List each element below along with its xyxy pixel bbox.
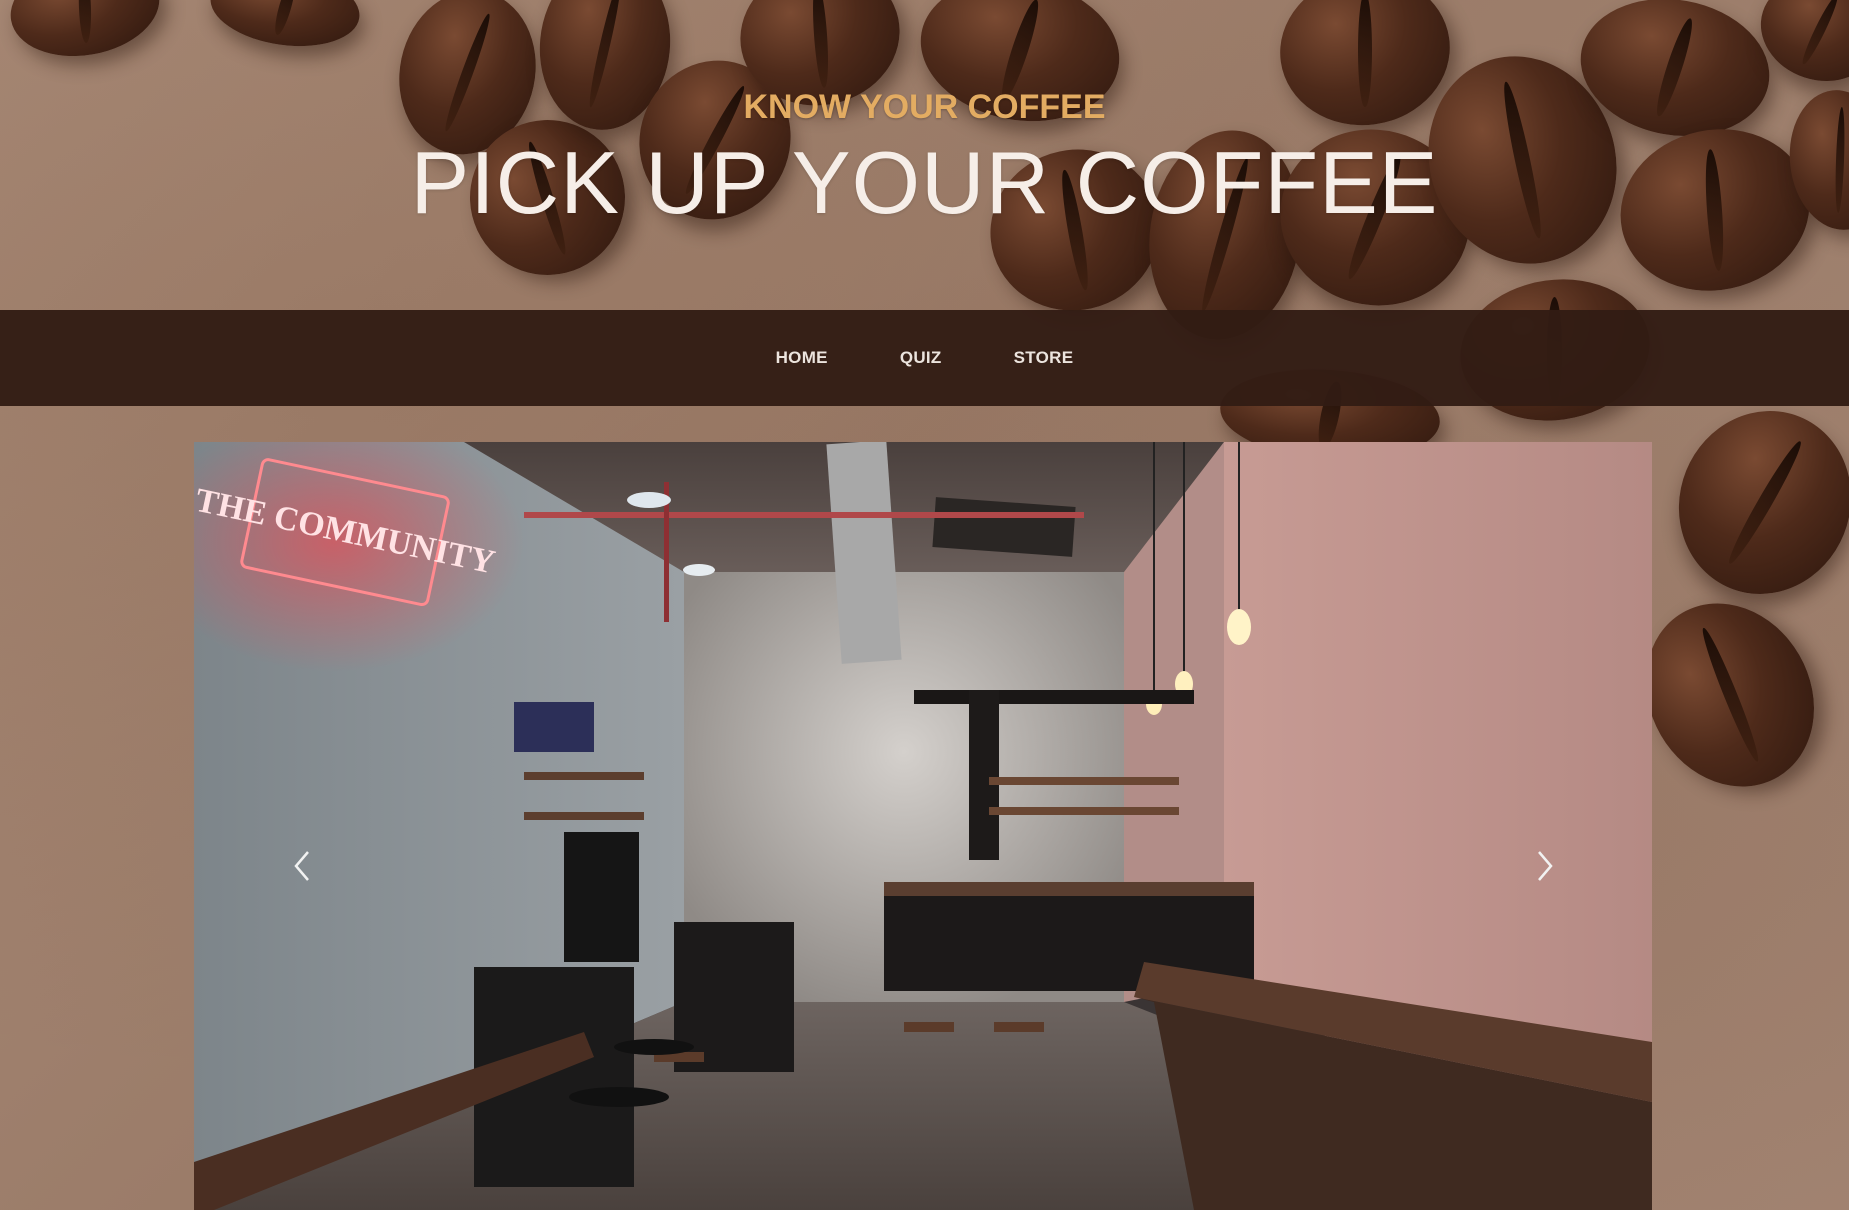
- carousel-next-button[interactable]: [1529, 846, 1559, 886]
- image-carousel: THE COMMUNITY: [194, 442, 1652, 1210]
- carousel-prev-button[interactable]: [288, 846, 318, 886]
- nav-item-store[interactable]: STORE: [1014, 348, 1074, 368]
- main-nav: HOME QUIZ STORE: [0, 310, 1849, 406]
- page-title: PICK UP YOUR COFFEE: [410, 133, 1439, 232]
- coffee-bean: [2, 0, 168, 68]
- cafe-interior-photo: THE COMMUNITY: [194, 442, 1652, 1210]
- coffee-bean: [1651, 384, 1849, 621]
- header-kicker: KNOW YOUR COFFEE: [743, 88, 1106, 126]
- chevron-right-icon: [1538, 851, 1553, 881]
- coffee-bean: [205, 0, 365, 56]
- nav-item-quiz[interactable]: QUIZ: [900, 348, 942, 368]
- nav-item-home[interactable]: HOME: [776, 348, 828, 368]
- page: KNOW YOUR COFFEE PICK UP YOUR COFFEE HOM…: [0, 0, 1849, 1210]
- chevron-left-icon: [294, 851, 309, 881]
